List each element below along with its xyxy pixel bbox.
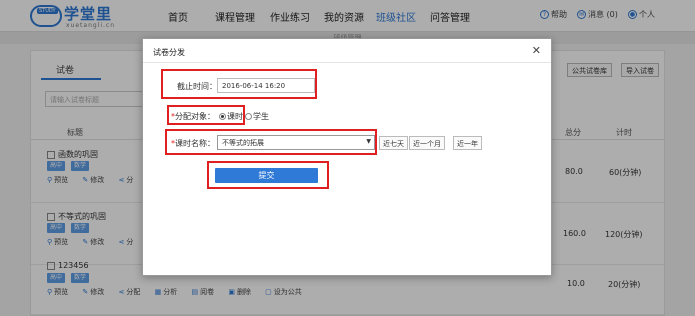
target-label: *分配对象： xyxy=(171,112,215,121)
lesson-label: *课时名称： xyxy=(171,139,215,148)
radio-unchecked-icon xyxy=(245,113,252,120)
lesson-select[interactable]: 不等式的拓展 ▼ xyxy=(217,135,375,150)
dropdown-arrow-icon: ▼ xyxy=(366,138,371,145)
dialog-title: 试卷分发 xyxy=(153,48,185,57)
lesson-option-label: 课时 xyxy=(227,112,243,121)
deadline-label: 截止时间： xyxy=(177,82,217,91)
range-one-year-button[interactable]: 近一年 xyxy=(453,136,482,150)
deadline-input[interactable] xyxy=(217,78,315,93)
submit-button[interactable]: 提交 xyxy=(215,168,318,183)
range-seven-days-button[interactable]: 近七天 xyxy=(379,136,408,150)
target-lesson-radio[interactable]: 课时 xyxy=(219,111,243,122)
student-option-label: 学生 xyxy=(253,112,269,121)
dialog-header: 试卷分发 ✕ xyxy=(143,39,551,63)
range-one-month-button[interactable]: 近一个月 xyxy=(409,136,445,150)
radio-checked-icon xyxy=(219,113,226,120)
target-student-radio[interactable]: 学生 xyxy=(245,111,269,122)
lesson-label-text: 课时名称： xyxy=(175,139,215,148)
paper-distribute-dialog: 试卷分发 ✕ 截止时间： *分配对象： 课时 学生 *课时名称： 不等式的拓展 … xyxy=(142,38,552,276)
target-label-text: 分配对象： xyxy=(175,112,215,121)
close-icon[interactable]: ✕ xyxy=(532,44,541,57)
lesson-selected-value: 不等式的拓展 xyxy=(222,139,264,147)
